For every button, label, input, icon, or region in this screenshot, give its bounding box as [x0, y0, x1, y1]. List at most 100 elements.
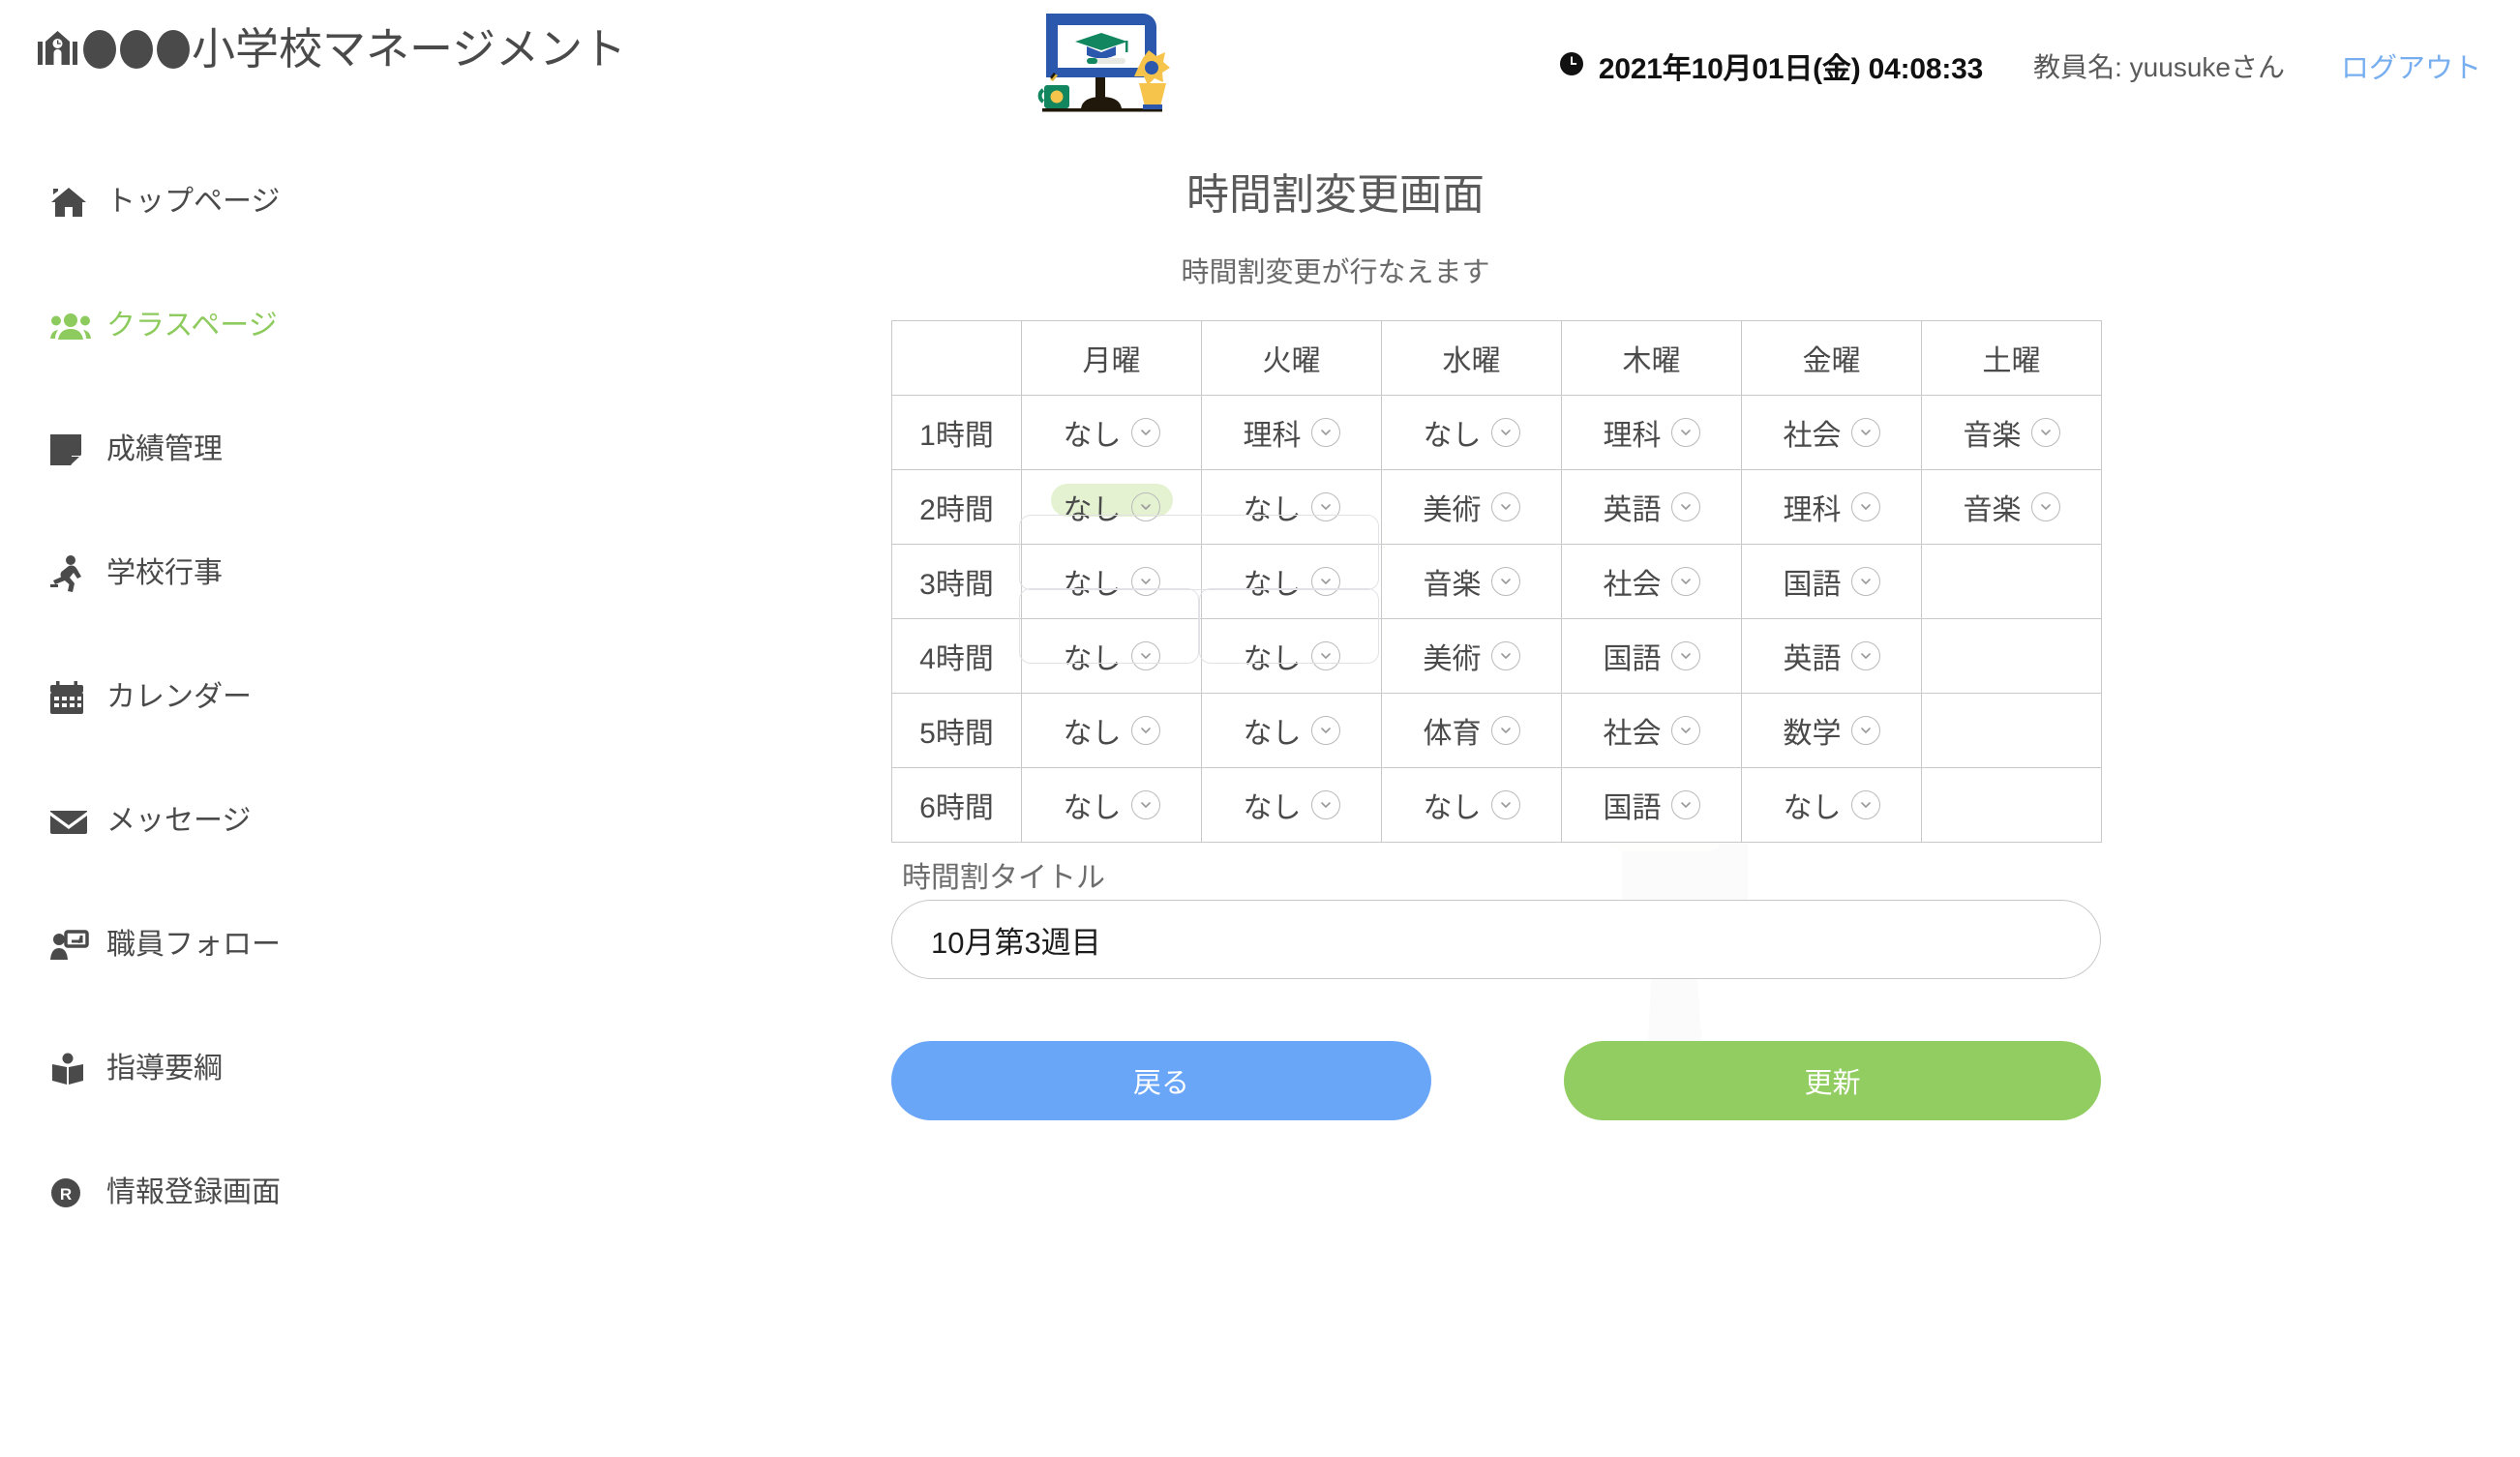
- timetable-cell-friday-period-5[interactable]: 数学: [1741, 693, 1922, 768]
- subject-value: 国語: [1603, 643, 1662, 675]
- subject-value: なし: [1243, 718, 1302, 750]
- sidebar-item-staff-follow[interactable]: 職員フォロー: [0, 917, 503, 973]
- chevron-down-circle-icon[interactable]: [1490, 567, 1520, 596]
- page-subtitle: 時間割変更が行なえます: [1181, 257, 1490, 288]
- chevron-down-circle-icon[interactable]: [2030, 418, 2060, 447]
- chevron-down-circle-icon[interactable]: [1850, 567, 1880, 596]
- timetable-cell-wednesday-period-6[interactable]: なし: [1381, 767, 1562, 843]
- subject-value: なし: [1243, 643, 1302, 675]
- chevron-down-circle-icon[interactable]: [1490, 716, 1520, 745]
- chevron-down-circle-icon[interactable]: [1130, 492, 1160, 521]
- subject-value: 理科: [1603, 420, 1662, 452]
- chevron-down-circle-icon[interactable]: [1850, 418, 1880, 447]
- chevron-down-circle-icon[interactable]: [1490, 418, 1520, 447]
- user-screen-icon: [50, 925, 95, 966]
- timetable-cell-saturday-period-2[interactable]: 音楽: [1921, 469, 2102, 545]
- timetable-cell-friday-period-6[interactable]: なし: [1741, 767, 1922, 843]
- sidebar-item-info-registration[interactable]: R 情報登録画面: [0, 1165, 503, 1221]
- chevron-down-circle-icon[interactable]: [1850, 790, 1880, 819]
- timetable-header-row: 月曜 火曜 水曜 木曜 金曜 土曜: [891, 320, 2102, 396]
- column-header-monday: 月曜: [1021, 320, 1202, 396]
- sidebar-item-calendar[interactable]: カレンダー: [0, 669, 503, 726]
- column-header-saturday: 土曜: [1921, 320, 2102, 396]
- chevron-down-circle-icon[interactable]: [1310, 790, 1340, 819]
- chevron-down-circle-icon[interactable]: [1850, 641, 1880, 670]
- timetable-cell-monday-period-5[interactable]: なし: [1021, 693, 1202, 768]
- chevron-down-circle-icon[interactable]: [1490, 790, 1520, 819]
- chevron-down-circle-icon[interactable]: [1310, 716, 1340, 745]
- chevron-down-circle-icon[interactable]: [1310, 418, 1340, 447]
- sidebar-item-messages[interactable]: メッセージ: [0, 793, 503, 849]
- app-root: 小学校マネージメント 2021年10月01日(金) 04:08:33 教員名: …: [0, 0, 2520, 1457]
- timetable-cell-tuesday-period-3[interactable]: なし: [1201, 544, 1382, 619]
- timetable-cell-monday-period-2[interactable]: なし: [1021, 469, 1202, 545]
- timetable-cell-friday-period-3[interactable]: 国語: [1741, 544, 1922, 619]
- sidebar-item-grades[interactable]: 成績管理: [0, 422, 503, 478]
- timetable-cell-friday-period-1[interactable]: 社会: [1741, 395, 1922, 470]
- chevron-down-circle-icon[interactable]: [1670, 716, 1700, 745]
- row-label-period-6: 6時間: [891, 767, 1022, 843]
- chevron-down-circle-icon[interactable]: [1490, 492, 1520, 521]
- chevron-down-circle-icon[interactable]: [1850, 492, 1880, 521]
- update-button[interactable]: 更新: [1564, 1041, 2101, 1120]
- chevron-down-circle-icon[interactable]: [1490, 641, 1520, 670]
- chevron-down-circle-icon[interactable]: [1130, 641, 1160, 670]
- timetable-title-input[interactable]: [891, 900, 2101, 979]
- timetable-cell-tuesday-period-4[interactable]: なし: [1201, 618, 1382, 694]
- back-button[interactable]: 戻る: [891, 1041, 1431, 1120]
- sidebar-item-school-events[interactable]: 学校行事: [0, 546, 503, 602]
- chevron-down-circle-icon[interactable]: [1310, 641, 1340, 670]
- chevron-down-circle-icon[interactable]: [1670, 641, 1700, 670]
- column-header-tuesday: 火曜: [1201, 320, 1382, 396]
- chevron-down-circle-icon[interactable]: [1670, 418, 1700, 447]
- timetable-cell-thursday-period-2[interactable]: 英語: [1561, 469, 1742, 545]
- subject-value: 数学: [1783, 718, 1842, 750]
- sidebar-item-guidelines[interactable]: 指導要綱: [0, 1041, 503, 1097]
- sidebar-item-class-page[interactable]: クラスページ: [0, 298, 503, 354]
- chevron-down-circle-icon[interactable]: [1670, 567, 1700, 596]
- timetable-cell-friday-period-4[interactable]: 英語: [1741, 618, 1922, 694]
- timetable-wrapper: 月曜 火曜 水曜 木曜 金曜 土曜 1時間 なし 理科 なし 理科 社会 音楽 2時間 なし なし…: [891, 320, 2102, 843]
- timetable-cell-wednesday-period-4[interactable]: 美術: [1381, 618, 1562, 694]
- chevron-down-circle-icon[interactable]: [1670, 790, 1700, 819]
- sidebar-item-top-page[interactable]: トップページ: [0, 174, 503, 230]
- chevron-down-circle-icon[interactable]: [1310, 492, 1340, 521]
- timetable-cell-tuesday-period-1[interactable]: 理科: [1201, 395, 1382, 470]
- timetable-cell-tuesday-period-6[interactable]: なし: [1201, 767, 1382, 843]
- timetable-cell-monday-period-1[interactable]: なし: [1021, 395, 1202, 470]
- sidebar-item-label: 情報登録画面: [106, 1176, 281, 1208]
- timetable-cell-thursday-period-3[interactable]: 社会: [1561, 544, 1742, 619]
- timetable-cell-monday-period-4[interactable]: なし: [1021, 618, 1202, 694]
- timetable-cell-tuesday-period-5[interactable]: なし: [1201, 693, 1382, 768]
- timetable-row: 1時間 なし 理科 なし 理科 社会 音楽: [891, 395, 2102, 470]
- brand-dot: [120, 29, 153, 69]
- timetable-cell-thursday-period-4[interactable]: 国語: [1561, 618, 1742, 694]
- chevron-down-circle-icon[interactable]: [1130, 567, 1160, 596]
- timetable-cell-thursday-period-6[interactable]: 国語: [1561, 767, 1742, 843]
- timetable-cell-wednesday-period-2[interactable]: 美術: [1381, 469, 1562, 545]
- chevron-down-circle-icon[interactable]: [1670, 492, 1700, 521]
- page-title: 時間割変更画面: [1186, 171, 1485, 219]
- chevron-down-circle-icon[interactable]: [1850, 716, 1880, 745]
- subject-value: 国語: [1783, 569, 1842, 601]
- timetable-cell-tuesday-period-2[interactable]: なし: [1201, 469, 1382, 545]
- timetable-cell-monday-period-3[interactable]: なし: [1021, 544, 1202, 619]
- subject-value: 美術: [1423, 494, 1482, 526]
- timetable-cell-wednesday-period-5[interactable]: 体育: [1381, 693, 1562, 768]
- timetable-cell-monday-period-6[interactable]: なし: [1021, 767, 1202, 843]
- chevron-down-circle-icon[interactable]: [1130, 790, 1160, 819]
- note-icon: [50, 430, 95, 470]
- chevron-down-circle-icon[interactable]: [2030, 492, 2060, 521]
- timetable-cell-thursday-period-5[interactable]: 社会: [1561, 693, 1742, 768]
- timetable-row: 4時間 なし なし 美術 国語 英語: [891, 618, 2102, 694]
- timetable-cell-saturday-period-1[interactable]: 音楽: [1921, 395, 2102, 470]
- chevron-down-circle-icon[interactable]: [1130, 418, 1160, 447]
- timetable-cell-wednesday-period-3[interactable]: 音楽: [1381, 544, 1562, 619]
- chevron-down-circle-icon[interactable]: [1310, 567, 1340, 596]
- chevron-down-circle-icon[interactable]: [1130, 716, 1160, 745]
- row-label-period-1: 1時間: [891, 395, 1022, 470]
- timetable-cell-friday-period-2[interactable]: 理科: [1741, 469, 1922, 545]
- timetable-cell-thursday-period-1[interactable]: 理科: [1561, 395, 1742, 470]
- subject-value: 音楽: [1423, 569, 1482, 601]
- timetable-cell-wednesday-period-1[interactable]: なし: [1381, 395, 1562, 470]
